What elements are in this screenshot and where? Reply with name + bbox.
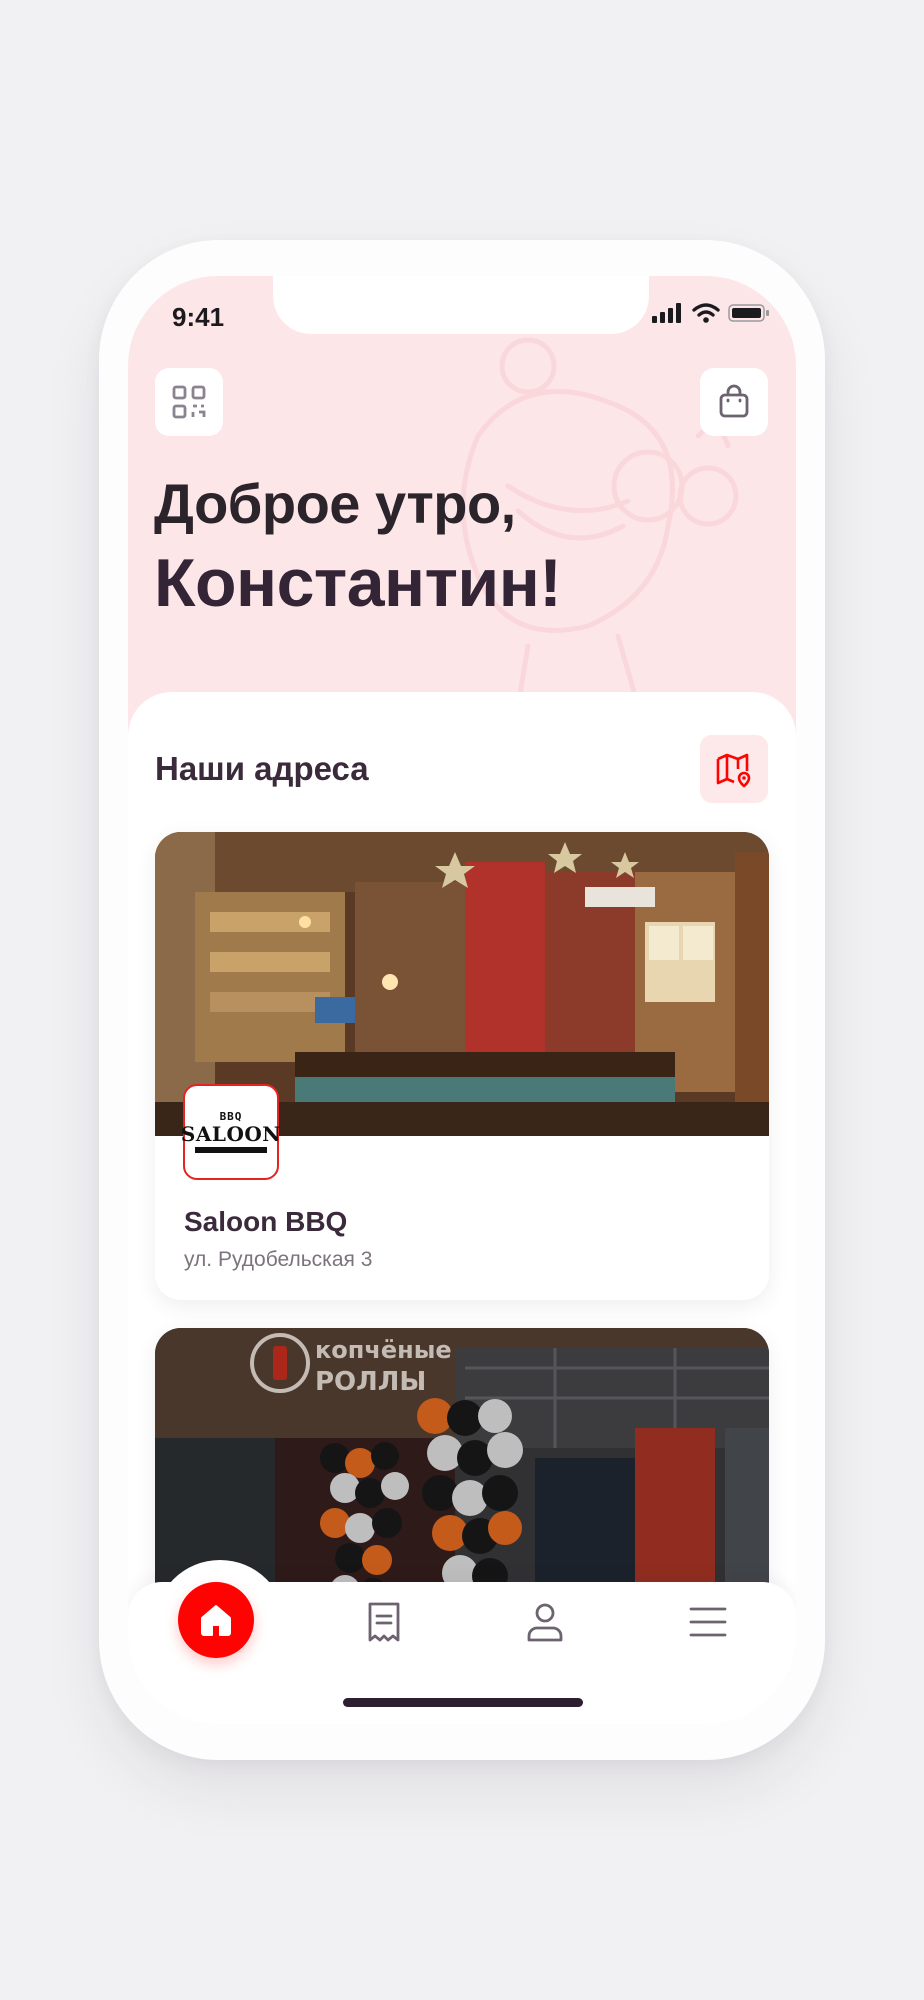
cellular-signal-icon bbox=[652, 303, 681, 323]
map-pin-icon bbox=[716, 753, 751, 788]
qr-code-icon bbox=[172, 385, 206, 419]
logo-wordmark: SALOON bbox=[180, 1122, 282, 1146]
device-notch bbox=[273, 276, 649, 334]
home-icon bbox=[201, 1605, 231, 1636]
tab-home[interactable] bbox=[178, 1582, 254, 1658]
section-title: Наши адреса bbox=[155, 750, 369, 787]
home-indicator[interactable] bbox=[343, 1698, 583, 1707]
status-time: 9:41 bbox=[172, 302, 225, 332]
map-button[interactable] bbox=[700, 735, 768, 803]
greeting-line-1: Доброе утро, bbox=[154, 472, 516, 535]
hamburger-menu-icon bbox=[689, 1607, 727, 1637]
qr-code-button[interactable] bbox=[155, 368, 223, 436]
shopping-bag-icon bbox=[719, 384, 749, 418]
status-icons bbox=[652, 303, 770, 323]
tab-orders[interactable] bbox=[360, 1598, 408, 1646]
battery-icon bbox=[728, 304, 769, 322]
hero-header: 9:41 Доброе утро, Константин! bbox=[128, 276, 796, 736]
address-card[interactable]: BBQ SALOON Saloon BBQ ул. Рудобельская 3 bbox=[155, 832, 769, 1300]
app-screen: 9:41 Доброе утро, Константин! Наши адрес… bbox=[128, 276, 796, 1724]
restaurant-logo: BBQ SALOON bbox=[180, 1084, 282, 1180]
receipt-icon bbox=[368, 1602, 400, 1642]
tab-profile[interactable] bbox=[521, 1598, 569, 1646]
logo-underline bbox=[195, 1147, 267, 1153]
wifi-icon bbox=[692, 303, 720, 323]
tab-menu[interactable] bbox=[684, 1598, 732, 1646]
restaurant-address: ул. Рудобельская 3 bbox=[184, 1248, 373, 1271]
cart-button[interactable] bbox=[700, 368, 768, 436]
restaurant-name: Saloon BBQ bbox=[184, 1206, 348, 1237]
greeting-user-name: Константин! bbox=[154, 545, 562, 621]
user-icon bbox=[527, 1603, 563, 1642]
